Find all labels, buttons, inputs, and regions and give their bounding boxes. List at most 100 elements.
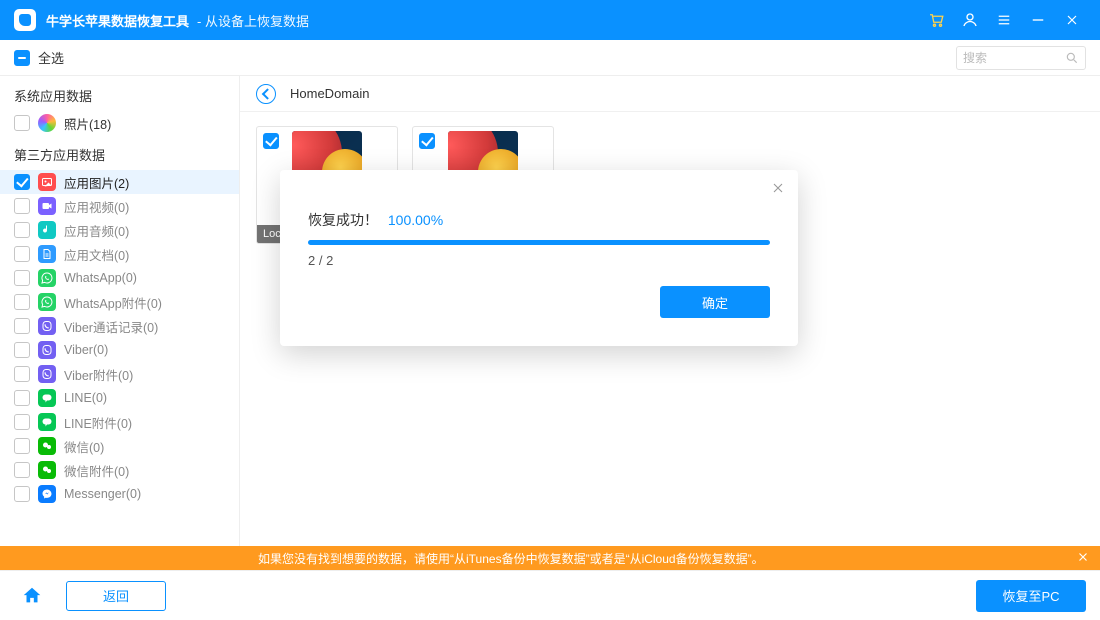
sidebar-item[interactable]: 应用文档(0) xyxy=(0,242,239,266)
sidebar-item-label: WhatsApp(0) xyxy=(64,271,137,285)
photos-icon xyxy=(38,114,56,132)
sidebar-item-label: 应用视频(0) xyxy=(64,197,129,216)
checkbox[interactable] xyxy=(14,174,30,190)
checkbox[interactable] xyxy=(14,342,30,358)
recover-success-dialog: 恢复成功！ 100.00% 2 / 2 确定 xyxy=(280,170,798,346)
select-all-checkbox[interactable] xyxy=(14,50,30,66)
sidebar-item-label: Viber(0) xyxy=(64,343,108,357)
audio-icon xyxy=(38,221,56,239)
sidebar-item[interactable]: 应用图片(2) xyxy=(0,170,239,194)
sidebar-item[interactable]: Messenger(0) xyxy=(0,482,239,506)
dialog-progress-count: 2 / 2 xyxy=(308,253,770,268)
sidebar-item-label: 微信(0) xyxy=(64,437,104,456)
top-strip: 全选 搜索 xyxy=(0,40,1100,76)
search-input[interactable]: 搜索 xyxy=(956,46,1086,70)
breadcrumb-back-icon[interactable] xyxy=(256,84,276,104)
dialog-status: 恢复成功！ xyxy=(308,212,378,228)
app-logo xyxy=(14,9,36,31)
sidebar-item[interactable]: WhatsApp附件(0) xyxy=(0,290,239,314)
doc-icon xyxy=(38,245,56,263)
sidebar-item[interactable]: 微信(0) xyxy=(0,434,239,458)
sidebar-item-label: LINE(0) xyxy=(64,391,107,405)
checkbox[interactable] xyxy=(14,294,30,310)
back-button[interactable]: 返回 xyxy=(66,581,166,611)
titlebar: 牛学长苹果数据恢复工具 - 从设备上恢复数据 xyxy=(0,0,1100,40)
hint-text: 如果您没有找到想要的数据，请使用“从iTunes备份中恢复数据”或者是“从iCl… xyxy=(258,550,764,567)
checkbox[interactable] xyxy=(14,390,30,406)
select-all[interactable]: 全选 xyxy=(0,40,240,75)
hint-bar: 如果您没有找到想要的数据，请使用“从iTunes备份中恢复数据”或者是“从iCl… xyxy=(0,546,1100,570)
line-icon xyxy=(38,413,56,431)
checkbox[interactable] xyxy=(14,462,30,478)
home-icon[interactable] xyxy=(14,580,50,612)
image-icon xyxy=(38,173,56,191)
checkbox[interactable] xyxy=(14,198,30,214)
select-all-label: 全选 xyxy=(38,48,64,67)
sidebar-item[interactable]: WhatsApp(0) xyxy=(0,266,239,290)
line-icon xyxy=(38,389,56,407)
sidebar-item-label: 微信附件(0) xyxy=(64,461,129,480)
checkbox[interactable] xyxy=(14,246,30,262)
recover-to-pc-button[interactable]: 恢复至PC xyxy=(976,580,1086,612)
sidebar-item-label: WhatsApp附件(0) xyxy=(64,293,162,312)
user-icon[interactable] xyxy=(956,6,984,34)
viber-icon xyxy=(38,365,56,383)
wechat-icon xyxy=(38,461,56,479)
wechat-icon xyxy=(38,437,56,455)
breadcrumb-label: HomeDomain xyxy=(290,86,369,101)
sidebar-item[interactable]: LINE附件(0) xyxy=(0,410,239,434)
search-placeholder: 搜索 xyxy=(963,49,1065,66)
checkbox[interactable] xyxy=(14,270,30,286)
sidebar-item-label: 照片(18) xyxy=(64,114,111,133)
sidebar-section-system: 系统应用数据 xyxy=(0,76,239,111)
sidebar-item[interactable]: Viber(0) xyxy=(0,338,239,362)
sidebar-item[interactable]: 微信附件(0) xyxy=(0,458,239,482)
app-subtitle: - 从设备上恢复数据 xyxy=(197,11,309,30)
messenger-icon xyxy=(38,485,56,503)
sidebar-item-label: LINE附件(0) xyxy=(64,413,132,432)
cart-icon[interactable] xyxy=(922,6,950,34)
checkbox[interactable] xyxy=(14,318,30,334)
video-icon xyxy=(38,197,56,215)
viber-icon xyxy=(38,341,56,359)
dialog-ok-button[interactable]: 确定 xyxy=(660,286,770,318)
sidebar-item[interactable]: LINE(0) xyxy=(0,386,239,410)
sidebar-item-label: Messenger(0) xyxy=(64,487,141,501)
whatsapp-icon xyxy=(38,269,56,287)
whatsapp-icon xyxy=(38,293,56,311)
sidebar: 系统应用数据 照片(18) 第三方应用数据 应用图片(2) 应用视频(0) 应用音频… xyxy=(0,76,240,546)
checkbox[interactable] xyxy=(14,366,30,382)
search-icon xyxy=(1065,51,1079,65)
sidebar-item[interactable]: 应用视频(0) xyxy=(0,194,239,218)
sidebar-item[interactable]: Viber附件(0) xyxy=(0,362,239,386)
sidebar-item-label: 应用图片(2) xyxy=(64,173,129,192)
sidebar-item-label: 应用音频(0) xyxy=(64,221,129,240)
footer: 返回 恢复至PC xyxy=(0,570,1100,620)
sidebar-item-label: Viber附件(0) xyxy=(64,365,133,384)
checkbox[interactable] xyxy=(14,414,30,430)
thumbnail-checkbox[interactable] xyxy=(263,133,279,149)
content-area: HomeDomain Loc... 恢复成功！ 100.00% 2 / 2 确定 xyxy=(240,76,1100,546)
thumbnail-checkbox[interactable] xyxy=(419,133,435,149)
breadcrumb: HomeDomain xyxy=(240,76,1100,112)
progress-bar-fill xyxy=(308,240,770,245)
sidebar-item[interactable]: 应用音频(0) xyxy=(0,218,239,242)
checkbox[interactable] xyxy=(14,222,30,238)
hint-close-icon[interactable] xyxy=(1076,550,1090,567)
menu-icon[interactable] xyxy=(990,6,1018,34)
viber-icon xyxy=(38,317,56,335)
dialog-close-icon[interactable] xyxy=(770,180,786,201)
sidebar-item-label: 应用文档(0) xyxy=(64,245,129,264)
progress-bar xyxy=(308,240,770,245)
close-icon[interactable] xyxy=(1058,6,1086,34)
minimize-icon[interactable] xyxy=(1024,6,1052,34)
sidebar-item-label: Viber通话记录(0) xyxy=(64,317,158,336)
app-title: 牛学长苹果数据恢复工具 xyxy=(46,11,189,30)
dialog-percent: 100.00% xyxy=(388,212,443,228)
sidebar-section-thirdparty: 第三方应用数据 xyxy=(0,135,239,170)
checkbox[interactable] xyxy=(14,438,30,454)
checkbox[interactable] xyxy=(14,115,30,131)
sidebar-item[interactable]: Viber通话记录(0) xyxy=(0,314,239,338)
sidebar-item-photos[interactable]: 照片(18) xyxy=(0,111,239,135)
checkbox[interactable] xyxy=(14,486,30,502)
